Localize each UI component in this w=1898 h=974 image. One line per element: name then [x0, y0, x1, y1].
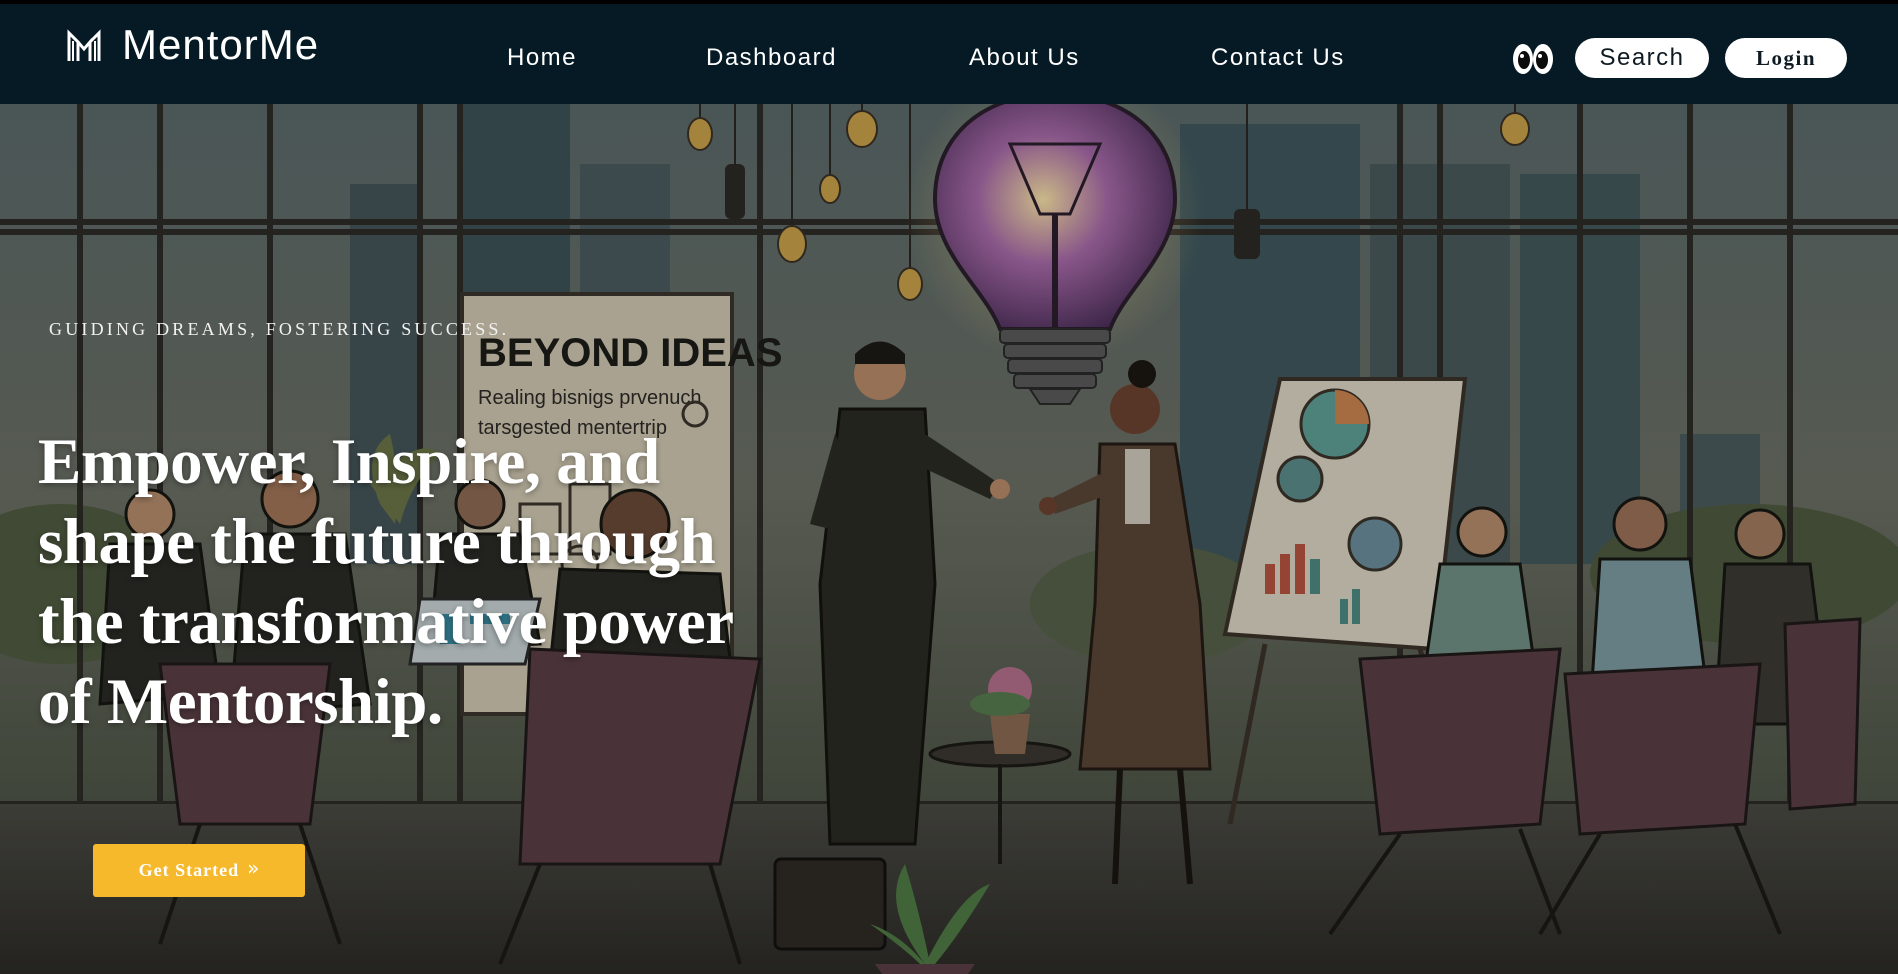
- nav-link-dashboard[interactable]: Dashboard: [706, 44, 837, 72]
- page: MentorMe Home Dashboard About Us Contact…: [0, 0, 1898, 974]
- get-started-label: Get Started: [138, 860, 240, 880]
- hero-tagline: GUIDING DREAMS, FOSTERING SUCCESS.: [49, 319, 510, 339]
- hero-heading: Empower, Inspire, and shape the future t…: [38, 426, 733, 738]
- login-button[interactable]: Login: [1725, 38, 1847, 78]
- search-button[interactable]: Search: [1575, 38, 1709, 78]
- double-chevron-right-icon: »: [247, 855, 260, 880]
- nav-link-about-us[interactable]: About Us: [969, 44, 1080, 72]
- nav-link-contact-us[interactable]: Contact Us: [1211, 44, 1345, 72]
- eyes-icon[interactable]: [1512, 41, 1554, 77]
- hero-section: BEYOND IDEAS Realing bisnigs prvenuch ta…: [0, 104, 1898, 974]
- top-navbar: MentorMe Home Dashboard About Us Contact…: [0, 4, 1898, 104]
- nav-link-home[interactable]: Home: [507, 44, 577, 72]
- get-started-button[interactable]: Get Started »: [93, 844, 305, 897]
